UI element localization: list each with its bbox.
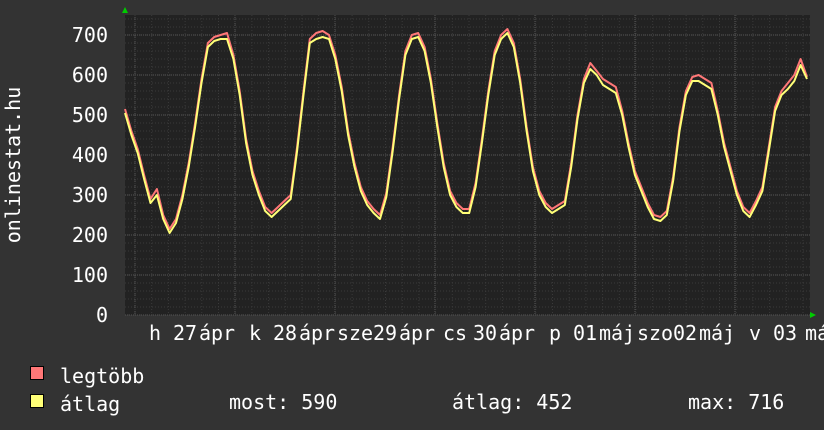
legend-label-avg: átlag <box>60 392 121 416</box>
x-axis-ticks: h 27 ápr k 28 ápr sze 29 ápr cs 30 ápr p 01 máj szo 02 má… <box>149 321 824 345</box>
x-tick-label: máj <box>599 321 635 345</box>
plot-area <box>125 15 810 315</box>
stat-now: most: 590 <box>229 390 338 414</box>
legend-swatch-max <box>30 366 44 380</box>
y-tick-label: 500 <box>72 103 108 127</box>
y-axis-ticks: 0 100 200 300 400 500 600 700 <box>72 23 108 327</box>
x-tick-label: má <box>805 321 824 345</box>
x-tick-label: 29 <box>373 321 397 345</box>
y-tick-label: 0 <box>96 303 108 327</box>
y-tick-label: 600 <box>72 63 108 87</box>
x-tick-label: 28 <box>273 321 297 345</box>
x-tick-label: 01 <box>573 321 597 345</box>
y-tick-label: 700 <box>72 23 108 47</box>
x-tick-label: szo <box>637 321 673 345</box>
y-tick-label: 300 <box>72 183 108 207</box>
legend-swatch-avg <box>30 394 44 408</box>
y-tick-label: 100 <box>72 263 108 287</box>
legend-label-max: legtöbb <box>60 364 145 388</box>
x-tick-label: máj <box>699 321 735 345</box>
x-tick-label: k <box>249 321 261 345</box>
x-tick-label: cs <box>443 321 467 345</box>
x-tick-label: sze <box>337 321 373 345</box>
x-tick-label: ápr <box>399 321 435 345</box>
x-tick-label: ápr <box>199 321 235 345</box>
x-tick-label: ápr <box>499 321 535 345</box>
y-axis-label: onlinestat.hu <box>1 87 25 244</box>
x-tick-label: 27 <box>173 321 197 345</box>
x-tick-label: h <box>149 321 161 345</box>
x-tick-label: 03 <box>773 321 797 345</box>
x-tick-label: p <box>549 321 561 345</box>
x-tick-label: v <box>749 321 761 345</box>
y-tick-label: 200 <box>72 223 108 247</box>
y-tick-label: 400 <box>72 143 108 167</box>
y-axis-arrow <box>122 7 128 13</box>
x-tick-label: 02 <box>673 321 697 345</box>
x-tick-label: ápr <box>299 321 335 345</box>
x-axis-arrow <box>810 312 816 318</box>
stat-max: max: 716 <box>688 390 785 414</box>
x-tick-label: 30 <box>473 321 497 345</box>
stat-avg: átlag: 452 <box>452 390 573 414</box>
